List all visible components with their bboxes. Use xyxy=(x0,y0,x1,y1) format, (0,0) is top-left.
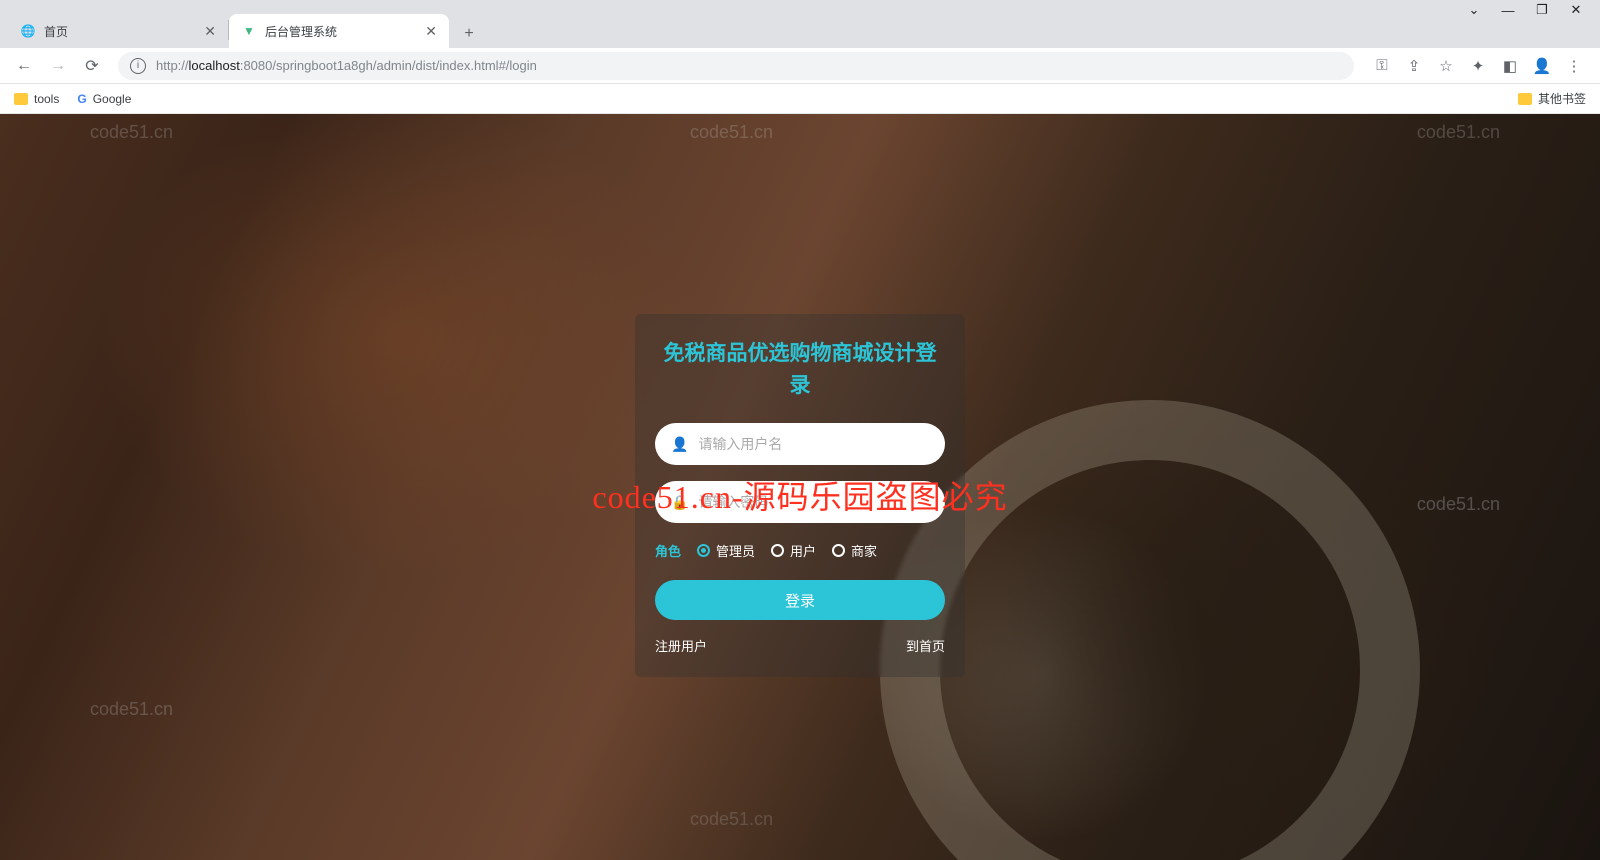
username-input-wrap: 👤 xyxy=(655,423,945,465)
bookmark-star-icon[interactable]: ☆ xyxy=(1436,56,1456,76)
google-icon: G xyxy=(77,92,86,106)
bookmark-tools[interactable]: tools xyxy=(14,92,59,106)
browser-chrome: ⌄ — ❐ ✕ 🌐 首页 ✕ ▼ 后台管理系统 ✕ + xyxy=(0,0,1600,48)
reload-button[interactable]: ⟳ xyxy=(78,52,106,80)
address-bar[interactable]: i http://localhost:8080/springboot1a8gh/… xyxy=(118,52,1354,80)
url-text: http://localhost:8080/springboot1a8gh/ad… xyxy=(156,58,537,73)
new-tab-button[interactable]: + xyxy=(455,20,483,48)
watermark-overlay-text: code51.cn-源码乐园盗图必究 xyxy=(592,472,1007,518)
site-info-icon[interactable]: i xyxy=(130,58,146,74)
maximize-icon[interactable]: ❐ xyxy=(1536,4,1548,16)
role-option-admin[interactable]: 管理员 xyxy=(697,541,755,560)
role-option-merchant[interactable]: 商家 xyxy=(832,541,877,560)
bookmark-other[interactable]: 其他书签 xyxy=(1518,90,1586,107)
folder-icon xyxy=(1518,93,1532,105)
radio-icon xyxy=(771,544,784,557)
radio-icon xyxy=(697,544,710,557)
username-input[interactable] xyxy=(698,436,929,452)
bookmark-label: Google xyxy=(93,92,132,106)
close-tab-icon[interactable]: ✕ xyxy=(425,23,437,40)
role-selector: 角色 管理员 用户 商家 xyxy=(655,541,945,560)
role-text: 商家 xyxy=(851,541,877,560)
bookmark-label: 其他书签 xyxy=(1538,90,1586,107)
back-button[interactable]: ← xyxy=(10,52,38,80)
sidepanel-icon[interactable]: ◧ xyxy=(1500,56,1520,76)
browser-tab-admin[interactable]: ▼ 后台管理系统 ✕ xyxy=(229,14,449,48)
radio-icon xyxy=(832,544,845,557)
password-key-icon[interactable]: ⚿ xyxy=(1372,56,1392,76)
bookmarks-bar: tools G Google 其他书签 xyxy=(0,84,1600,114)
browser-toolbar: ← → ⟳ i http://localhost:8080/springboot… xyxy=(0,48,1600,84)
share-icon[interactable]: ⇪ xyxy=(1404,56,1424,76)
folder-icon xyxy=(14,93,28,105)
close-window-icon[interactable]: ✕ xyxy=(1570,4,1582,16)
login-button[interactable]: 登录 xyxy=(655,580,945,620)
close-tab-icon[interactable]: ✕ xyxy=(204,23,216,40)
profile-icon[interactable]: 👤 xyxy=(1532,56,1552,76)
forward-button[interactable]: → xyxy=(44,52,72,80)
globe-icon: 🌐 xyxy=(20,23,36,39)
register-link[interactable]: 注册用户 xyxy=(655,636,707,655)
tab-title: 首页 xyxy=(44,23,196,40)
vue-icon: ▼ xyxy=(241,23,257,39)
home-link[interactable]: 到首页 xyxy=(906,636,945,655)
bookmark-label: tools xyxy=(34,92,59,106)
tab-strip: 🌐 首页 ✕ ▼ 后台管理系统 ✕ + xyxy=(0,12,1600,48)
login-title: 免税商品优选购物商城设计登录 xyxy=(655,338,945,401)
window-controls: ⌄ — ❐ ✕ xyxy=(0,0,1600,12)
dropdown-icon[interactable]: ⌄ xyxy=(1468,4,1480,16)
role-label: 角色 xyxy=(655,541,681,560)
tab-title: 后台管理系统 xyxy=(265,23,417,40)
bookmark-google[interactable]: G Google xyxy=(77,92,131,106)
role-option-user[interactable]: 用户 xyxy=(771,541,816,560)
minimize-icon[interactable]: — xyxy=(1502,4,1514,16)
role-text: 管理员 xyxy=(716,541,755,560)
browser-tab-home[interactable]: 🌐 首页 ✕ xyxy=(8,14,228,48)
login-links: 注册用户 到首页 xyxy=(655,636,945,655)
role-text: 用户 xyxy=(790,541,816,560)
user-icon: 👤 xyxy=(671,436,688,453)
page-content: code51.cn code51.cn code51.cn code51.cn … xyxy=(0,114,1600,860)
menu-icon[interactable]: ⋮ xyxy=(1564,56,1584,76)
toolbar-actions: ⚿ ⇪ ☆ ✦ ◧ 👤 ⋮ xyxy=(1366,56,1590,76)
extensions-icon[interactable]: ✦ xyxy=(1468,56,1488,76)
